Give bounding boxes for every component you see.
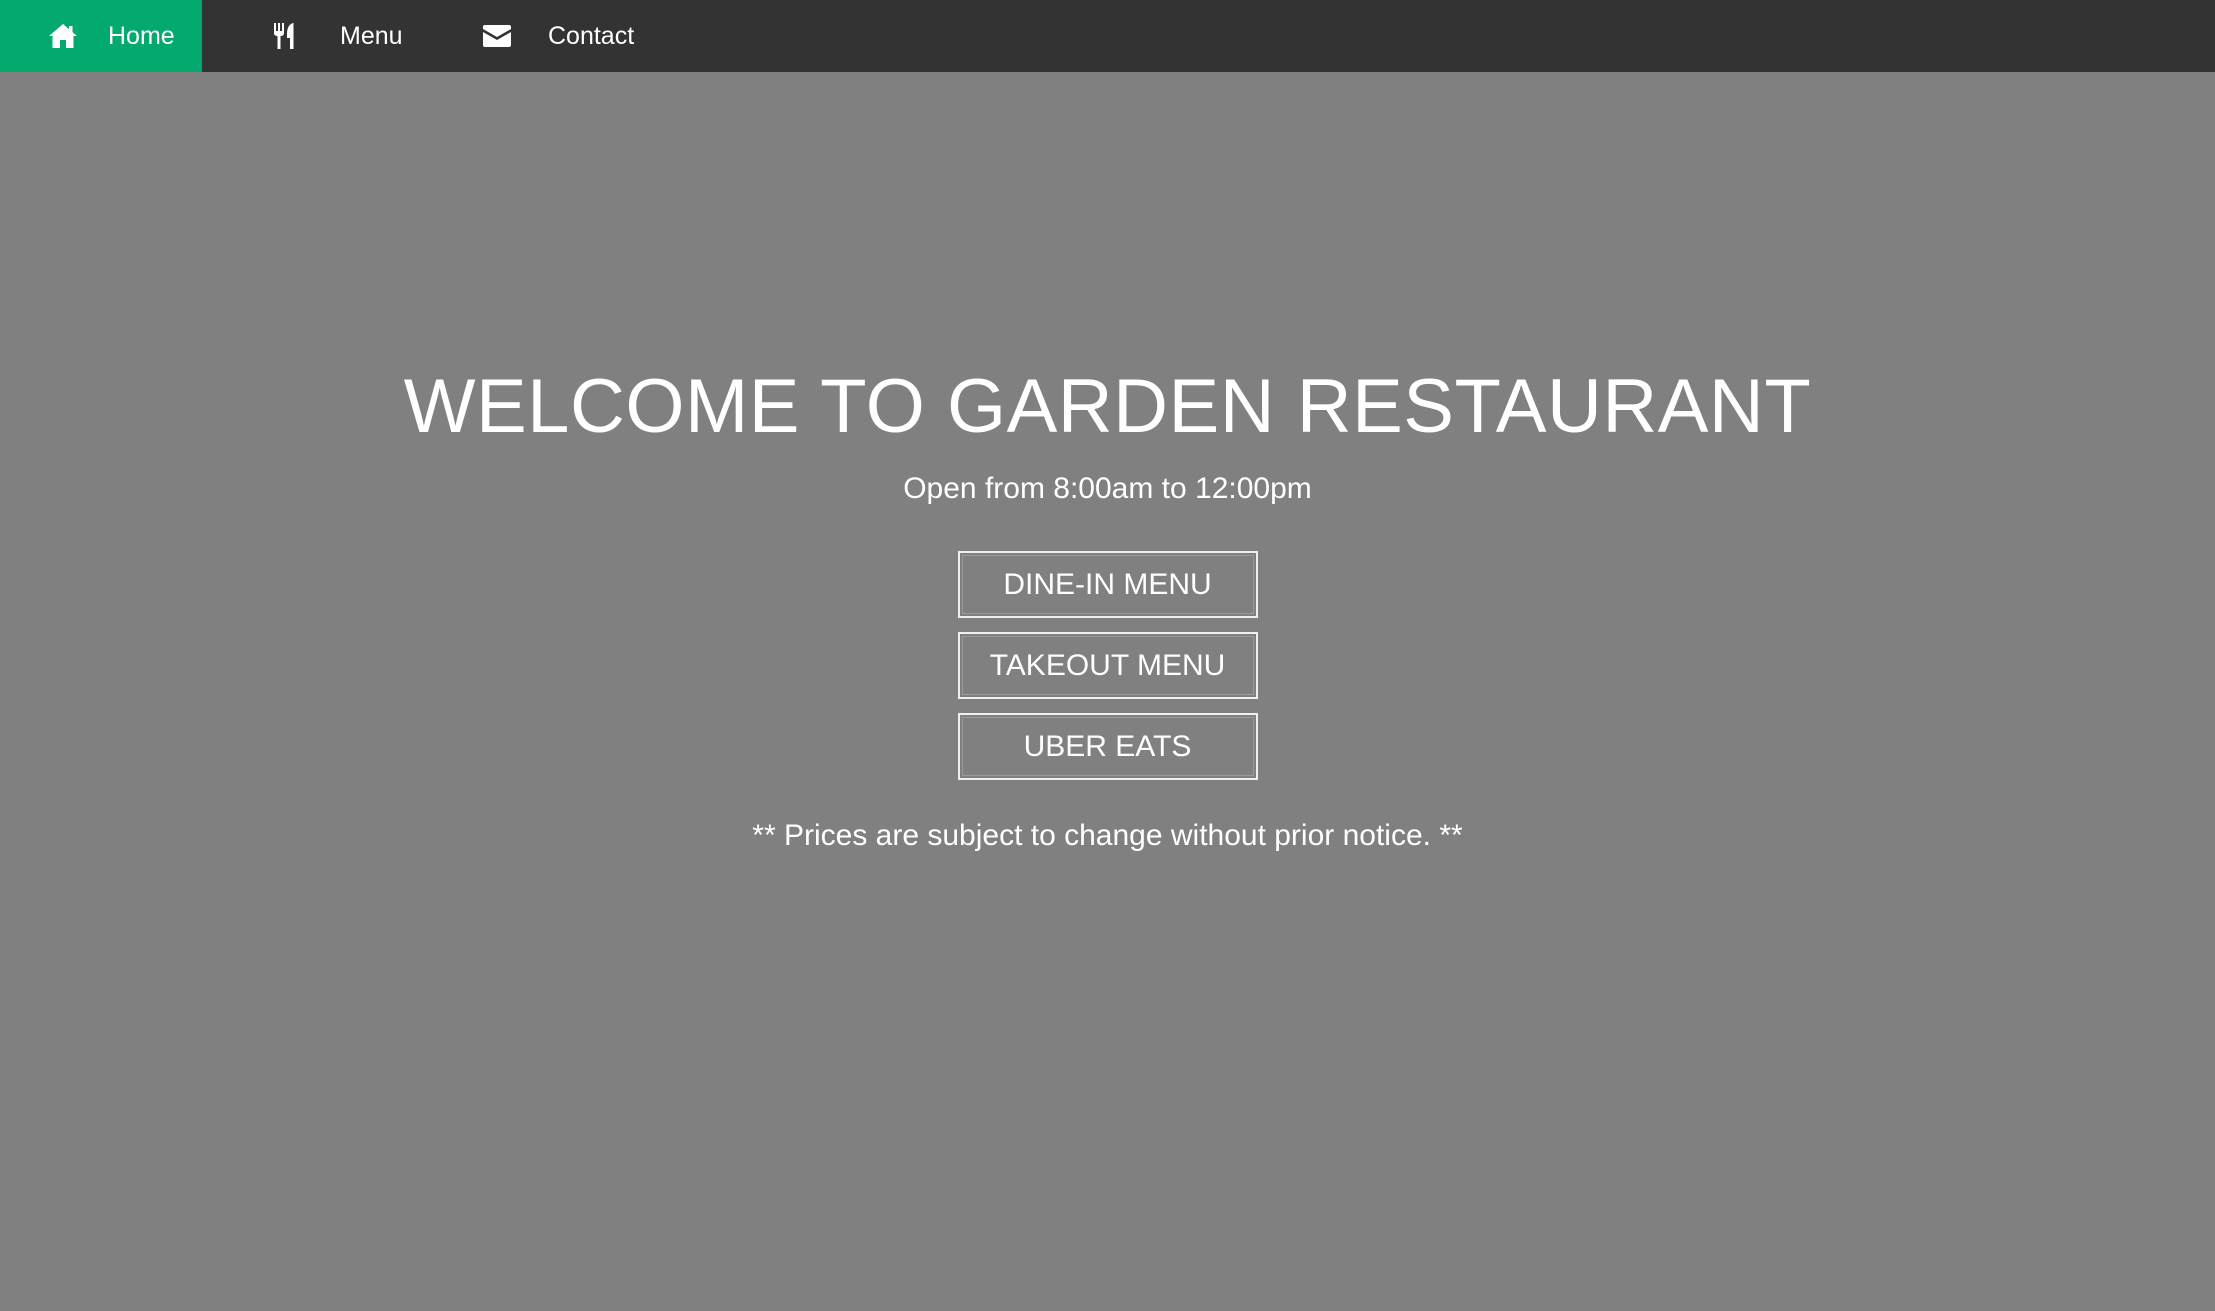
- nav-contact-label: Contact: [548, 21, 635, 50]
- nav-home-label: Home: [108, 21, 175, 50]
- nav-home-link[interactable]: Home: [0, 0, 202, 72]
- nav-contact-link[interactable]: Contact: [427, 0, 677, 72]
- menu-buttons-group: DINE-IN MENU TAKEOUT MENU UBER EATS: [0, 551, 2215, 794]
- opening-hours: Open from 8:00am to 12:00pm: [903, 472, 1312, 505]
- takeout-menu-button[interactable]: TAKEOUT MENU: [957, 632, 1258, 699]
- nav-menu-label: Menu: [340, 21, 403, 50]
- envelope-icon: [482, 21, 512, 51]
- nav-menu-link[interactable]: Menu: [202, 0, 427, 72]
- home-icon: [48, 21, 78, 51]
- utensils-icon: [270, 21, 300, 51]
- page-title: WELCOME TO GARDEN RESTAURANT: [403, 364, 1812, 449]
- hero-section: WELCOME TO GARDEN RESTAURANT Open from 8…: [0, 355, 2215, 856]
- price-notice: ** Prices are subject to change without …: [752, 819, 1463, 852]
- dine-in-menu-button[interactable]: DINE-IN MENU: [957, 551, 1258, 618]
- top-navbar: Home Menu Contact: [0, 0, 2215, 72]
- uber-eats-button[interactable]: UBER EATS: [957, 713, 1258, 780]
